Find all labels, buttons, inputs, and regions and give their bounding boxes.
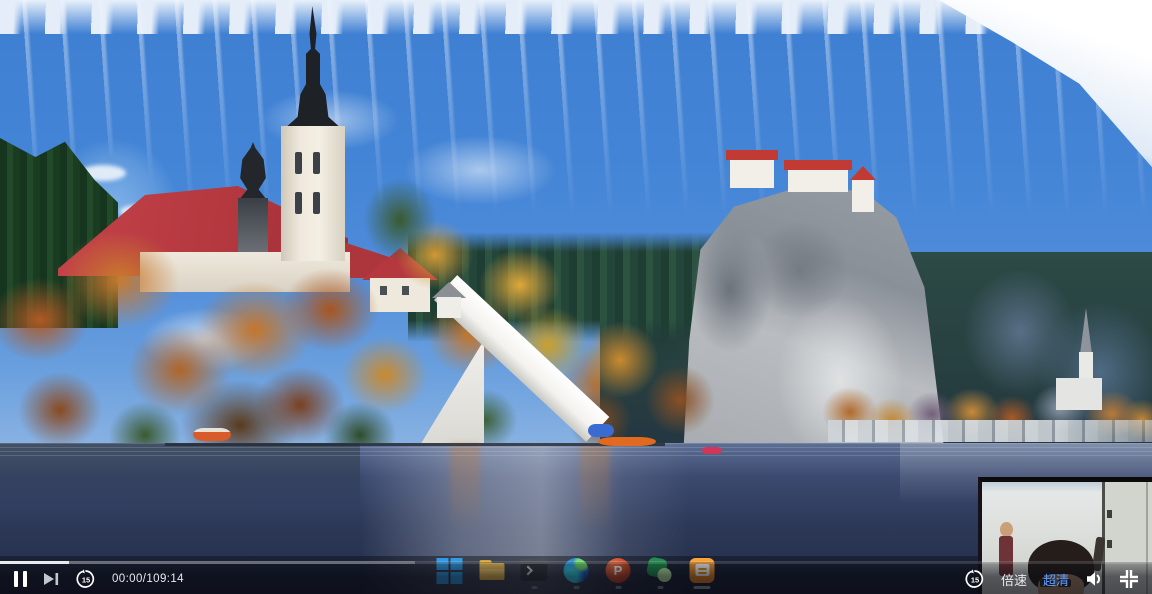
background-figure	[1000, 522, 1013, 537]
exit-fullscreen-icon	[1120, 570, 1138, 588]
volume-icon	[1085, 571, 1104, 587]
controls-left: 15 00:00/109:14	[14, 569, 184, 589]
forward-15-button[interactable]: 15	[965, 569, 985, 589]
castle-tower	[852, 178, 874, 212]
kayak	[702, 447, 722, 454]
lakefront-buildings	[828, 420, 1152, 442]
exit-fullscreen-button[interactable]	[1120, 570, 1138, 588]
pause-button[interactable]	[14, 571, 27, 587]
video-player: P	[0, 0, 1152, 594]
forward-15-icon: 15	[965, 569, 985, 589]
pause-icon	[14, 571, 27, 587]
speed-button[interactable]: 倍速	[1001, 570, 1027, 589]
blue-boat	[588, 424, 614, 437]
next-icon	[43, 572, 60, 586]
volume-button[interactable]	[1085, 571, 1104, 587]
svg-text:15: 15	[971, 575, 979, 584]
staircase-pavilion	[432, 282, 466, 318]
castle-roof	[784, 160, 852, 170]
distant-church	[1056, 378, 1102, 410]
rewind-15-button[interactable]: 15	[76, 569, 96, 589]
castle-building	[788, 168, 848, 192]
control-bar: 15 00:00/109:14 15 倍速 超清	[0, 562, 1152, 594]
svg-text:15: 15	[82, 575, 90, 584]
next-button[interactable]	[43, 572, 60, 586]
dock-line	[165, 443, 665, 446]
orange-boat	[598, 437, 656, 446]
boat	[193, 428, 231, 441]
castle-building	[730, 158, 774, 188]
quality-button[interactable]: 超清	[1043, 570, 1069, 589]
controls-right: 15 倍速 超清	[965, 569, 1138, 589]
castle-roof	[726, 150, 778, 160]
time-display: 00:00/109:14	[112, 573, 184, 585]
rewind-15-icon: 15	[76, 569, 96, 589]
